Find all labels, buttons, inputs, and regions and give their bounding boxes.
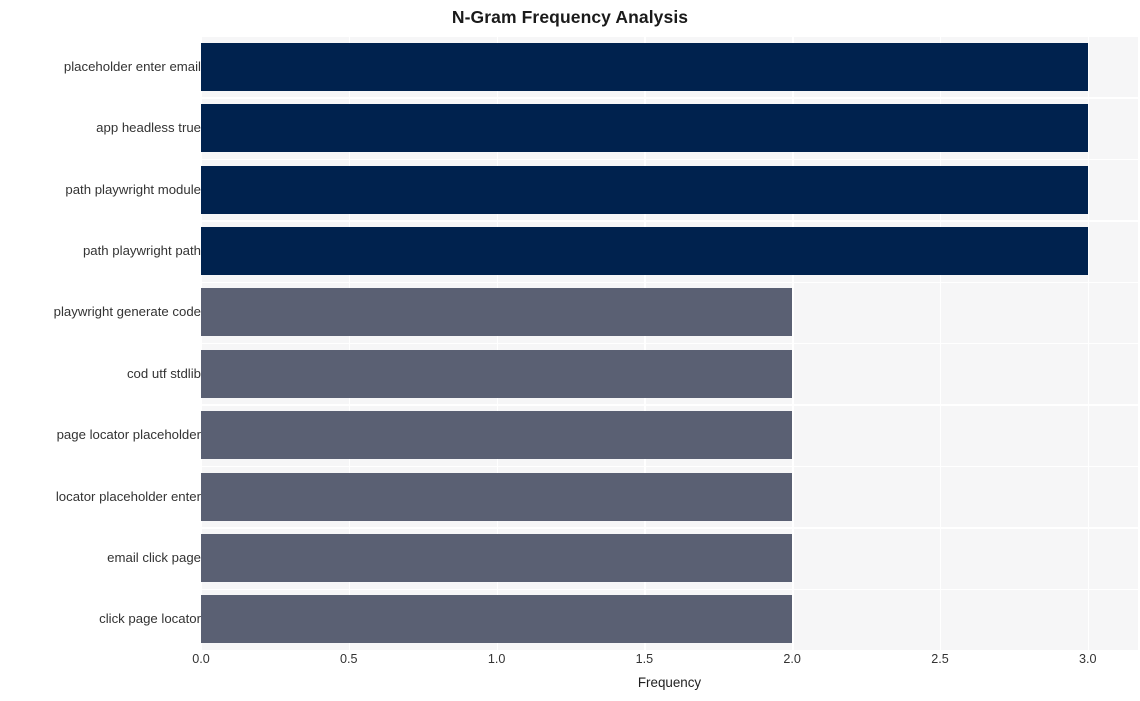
y-axis-tick-label: placeholder enter email xyxy=(63,58,201,74)
y-gridline xyxy=(201,158,1138,161)
y-gridline xyxy=(201,527,1138,529)
x-axis-tick-label: 2.5 xyxy=(931,652,949,666)
bar xyxy=(201,42,1088,91)
bar xyxy=(201,226,1088,275)
y-axis-tick-label: email click page xyxy=(107,549,201,565)
y-axis-tick-label: locator placeholder enter xyxy=(55,488,201,504)
chart-figure: N-Gram Frequency Analysis placeholder en… xyxy=(0,0,1140,701)
y-axis-tick-label: playwright generate code xyxy=(53,304,201,320)
y-axis-tick-label: path playwright path xyxy=(82,242,201,258)
bar xyxy=(201,472,793,521)
bar xyxy=(201,411,793,460)
y-gridline xyxy=(201,404,1138,406)
chart-title: N-Gram Frequency Analysis xyxy=(451,7,689,27)
x-axis-tick-label: 1.0 xyxy=(487,652,506,666)
y-gridline xyxy=(201,97,1138,99)
y-gridline xyxy=(201,281,1138,283)
y-gridline xyxy=(201,220,1138,222)
x-axis-tick-labels: 0.0 0.5 1.0 1.5 2.0 2.5 3.0 xyxy=(192,652,1138,674)
plot-area xyxy=(201,36,1138,650)
bar xyxy=(201,349,793,398)
bar xyxy=(201,104,1088,153)
x-axis-tick-label: 3.0 xyxy=(1078,652,1097,666)
y-axis-tick-label: page locator placeholder xyxy=(56,427,201,443)
bar xyxy=(201,165,1088,214)
x-axis-tick-label: 0.5 xyxy=(340,652,358,666)
y-gridline xyxy=(201,588,1138,590)
x-axis-tick-label: 0.0 xyxy=(192,652,210,666)
bar xyxy=(201,595,793,644)
y-axis-tick-labels: placeholder enter email app headless true… xyxy=(0,36,201,650)
x-axis-tick-label: 1.5 xyxy=(635,652,654,666)
bar xyxy=(201,533,793,582)
y-axis-tick-label: cod utf stdlib xyxy=(126,365,201,381)
y-gridline xyxy=(201,36,1138,38)
bar xyxy=(201,288,793,337)
y-axis-tick-label: app headless true xyxy=(96,120,201,136)
y-gridline xyxy=(201,465,1138,468)
y-gridline xyxy=(201,343,1138,345)
y-axis-tick-label: path playwright module xyxy=(65,181,201,197)
y-axis-tick-label: click page locator xyxy=(99,611,201,627)
x-axis-label: Frequency xyxy=(637,675,702,690)
x-axis-tick-label: 2.0 xyxy=(783,652,801,666)
